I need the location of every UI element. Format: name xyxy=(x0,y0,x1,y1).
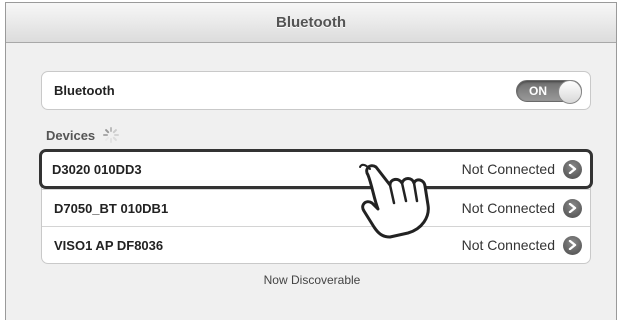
bluetooth-toggle-group: Bluetooth ON xyxy=(41,71,591,110)
chevron-right-circle-icon[interactable] xyxy=(563,198,582,218)
discoverable-note: Now Discoverable xyxy=(263,273,361,287)
devices-header: Devices xyxy=(46,127,120,143)
chevron-right-circle-icon[interactable] xyxy=(563,159,582,179)
selected-device-highlight[interactable]: D3020 010DD3 Not Connected xyxy=(39,149,593,189)
device-name: VISO1 AP DF8036 xyxy=(54,237,164,253)
page-title: Bluetooth xyxy=(276,14,346,31)
device-status: Not Connected xyxy=(461,200,555,216)
chevron-right-circle-icon[interactable] xyxy=(563,235,582,255)
device-row[interactable]: VISO1 AP DF8036 Not Connected xyxy=(42,226,590,263)
toggle-on-label: ON xyxy=(529,83,547,98)
loading-spinner-icon xyxy=(103,127,120,143)
bluetooth-toggle[interactable]: ON xyxy=(516,79,582,104)
selected-device-row[interactable]: D3020 010DD3 Not Connected xyxy=(42,152,590,186)
bluetooth-label: Bluetooth xyxy=(54,83,115,98)
settings-window: Bluetooth Bluetooth ON Devices D3020 010… xyxy=(5,2,617,320)
navigation-bar: Bluetooth xyxy=(6,3,616,43)
device-status: Not Connected xyxy=(461,237,555,253)
devices-header-label: Devices xyxy=(46,127,96,143)
toggle-knob[interactable] xyxy=(558,79,582,104)
device-status: Not Connected xyxy=(461,161,555,177)
bluetooth-row: Bluetooth ON xyxy=(42,72,590,109)
pointing-hand-icon xyxy=(359,163,430,239)
device-row[interactable]: D7050_BT 010DB1 Not Connected xyxy=(42,189,590,226)
